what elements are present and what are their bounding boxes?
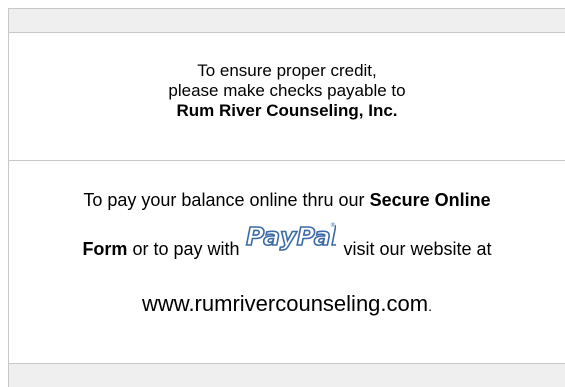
paypal-logo-icon: PayPal ® xyxy=(244,219,340,261)
website-url[interactable]: www.rumrivercounseling.com xyxy=(142,291,428,316)
pay-with-text: or to pay with xyxy=(127,238,240,259)
online-payment-section: To pay your balance online thru our Secu… xyxy=(9,161,565,364)
form-word: Form xyxy=(82,238,128,259)
payee-name: Rum River Counseling, Inc. xyxy=(176,101,398,120)
website-line: www.rumrivercounseling.com. xyxy=(9,291,565,319)
top-band xyxy=(9,9,565,33)
checks-line-2: please make checks payable to xyxy=(168,81,406,100)
secure-online-text: Secure Online xyxy=(369,190,491,210)
checks-text: To ensure proper credit, please make che… xyxy=(9,61,565,121)
svg-text:®: ® xyxy=(330,222,336,229)
online-prefix-text: To pay your balance online thru our xyxy=(83,190,370,210)
online-line-2: Form or to pay with PayPal ® visit our w… xyxy=(9,221,565,271)
checks-line-1: To ensure proper credit, xyxy=(197,61,377,80)
visit-website-text: visit our website at xyxy=(343,238,492,259)
checks-section: To ensure proper credit, please make che… xyxy=(9,33,565,161)
online-line-1: To pay your balance online thru our Secu… xyxy=(9,189,565,211)
payment-instructions-panel: To ensure proper credit, please make che… xyxy=(8,8,565,387)
website-period: . xyxy=(428,298,432,314)
bottom-band xyxy=(9,363,565,387)
paypal-logo-text: PayPal xyxy=(246,222,336,251)
